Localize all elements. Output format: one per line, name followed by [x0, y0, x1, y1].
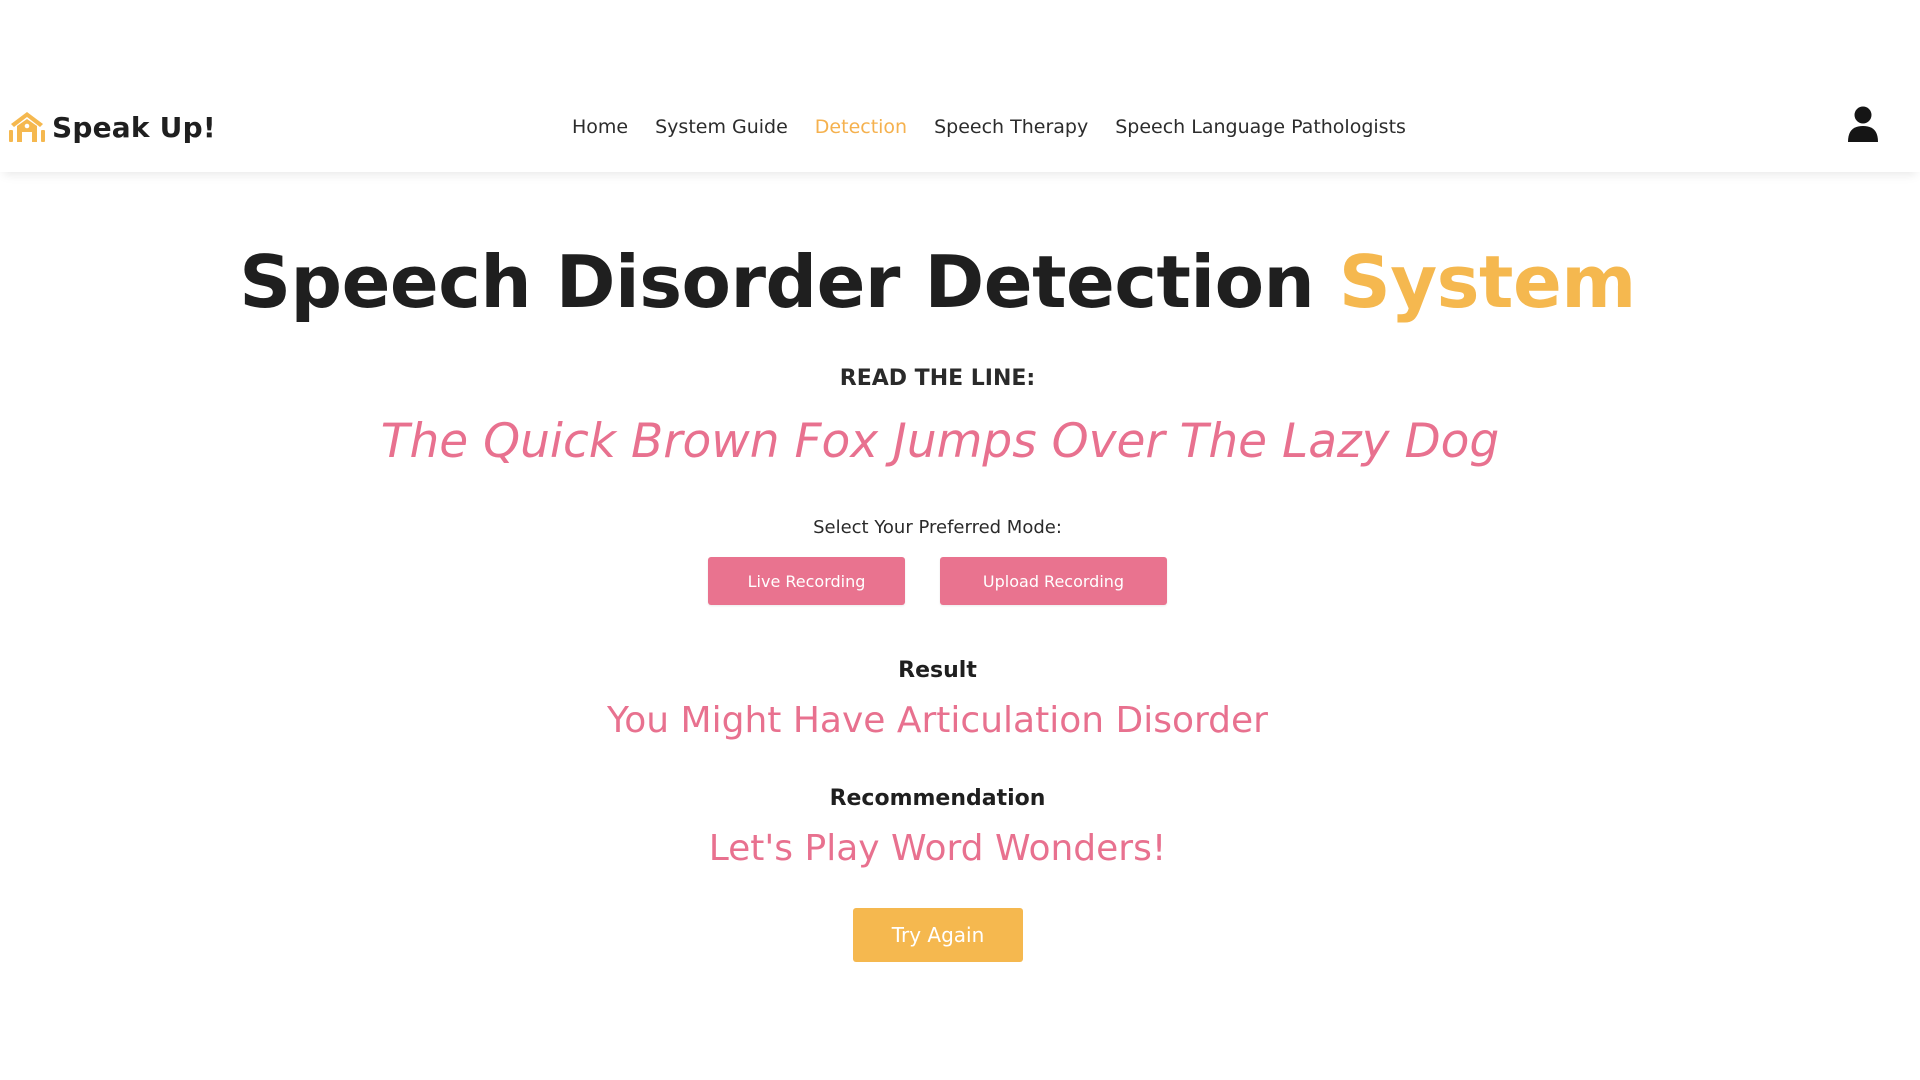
user-icon[interactable] — [1846, 105, 1880, 143]
nav-item-detection: Detection — [815, 112, 907, 142]
house-hand-logo-icon — [9, 112, 45, 142]
page-title-accent: System — [1338, 240, 1636, 324]
brand-name: Speak Up! — [52, 110, 216, 144]
mode-select-label: Select Your Preferred Mode: — [813, 517, 1062, 538]
nav-item-slp: Speech Language Pathologists — [1115, 112, 1406, 142]
page-title: Speech Disorder Detection System — [0, 237, 1875, 327]
read-line-label: READ THE LINE: — [839, 366, 1036, 391]
page: Speak Up! Home System Guide Detection Sp… — [0, 0, 1920, 1080]
nav-link-detection[interactable]: Detection — [815, 116, 907, 138]
recommendation-value: Let's Play Word Wonders! — [708, 828, 1167, 869]
upload-recording-button[interactable]: Upload Recording — [940, 557, 1167, 605]
nav-item-speech-therapy: Speech Therapy — [934, 112, 1088, 142]
nav-link-speech-therapy[interactable]: Speech Therapy — [934, 116, 1088, 138]
navbar: Speak Up! Home System Guide Detection Sp… — [0, 82, 1920, 172]
recommendation-label: Recommendation — [829, 786, 1046, 811]
nav-item-system-guide: System Guide — [655, 112, 788, 142]
nav-link-home[interactable]: Home — [572, 116, 628, 138]
result-label: Result — [898, 658, 977, 683]
try-again-button[interactable]: Try Again — [853, 908, 1023, 962]
nav-link-system-guide[interactable]: System Guide — [655, 116, 788, 138]
result-value: You Might Have Articulation Disorder — [607, 700, 1268, 741]
live-recording-button[interactable]: Live Recording — [708, 557, 905, 605]
nav-menu: Home System Guide Detection Speech Thera… — [572, 112, 1406, 142]
brand-logo-link[interactable]: Speak Up! — [8, 106, 216, 148]
nav-link-speech-language-pathologists[interactable]: Speech Language Pathologists — [1115, 116, 1406, 138]
page-title-main: Speech Disorder Detection — [239, 240, 1339, 324]
nav-item-home: Home — [572, 112, 628, 142]
read-line-sentence: The Quick Brown Fox Jumps Over The Lazy … — [380, 414, 1500, 469]
